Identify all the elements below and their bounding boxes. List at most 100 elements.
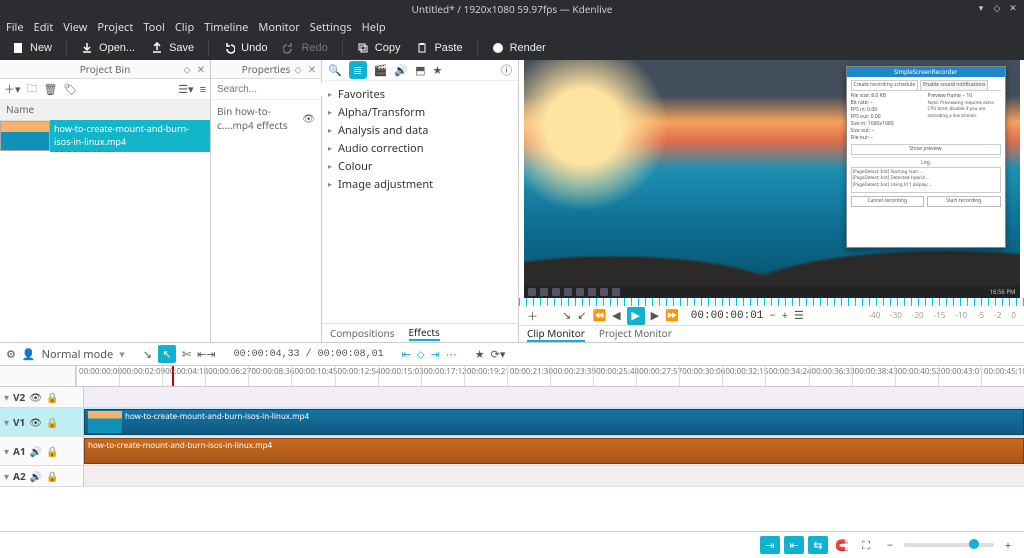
- timeline-ruler[interactable]: 00:00:00:0000:00:02:0900:00:04:1800:00:0…: [76, 366, 1024, 386]
- menu-tool[interactable]: Tool: [143, 20, 165, 35]
- zoom-slider[interactable]: [904, 543, 994, 547]
- new-button[interactable]: New: [6, 40, 58, 56]
- track-compositing-icon[interactable]: 👤: [22, 347, 36, 362]
- menu-clip[interactable]: Clip: [175, 20, 194, 35]
- timeline-clip-a1[interactable]: how-to-create-mount-and-burn-isos-in-lin…: [84, 438, 1024, 464]
- mute-icon[interactable]: 🔊: [30, 469, 42, 483]
- menu-settings[interactable]: Settings: [310, 20, 352, 35]
- tab-project-monitor[interactable]: Project Monitor: [599, 326, 672, 342]
- custom-effects-icon[interactable]: ⬒: [415, 63, 425, 78]
- close-icon[interactable]: ✕: [1008, 2, 1018, 12]
- menu-timeline[interactable]: Timeline: [204, 20, 248, 35]
- delete-clip-icon[interactable]: 🗑: [44, 82, 58, 97]
- insert-icon[interactable]: ＋: [527, 308, 538, 324]
- menu-monitor[interactable]: Monitor: [258, 20, 299, 35]
- lock-icon[interactable]: 🔒: [46, 469, 58, 483]
- mute-icon[interactable]: 👁: [29, 415, 42, 429]
- favorite-effects-icon[interactable]: ★: [433, 63, 443, 78]
- chevron-down-icon[interactable]: ▾: [119, 347, 125, 362]
- timeline-clip-v1[interactable]: how-to-create-mount-and-burn-isos-in-lin…: [84, 409, 1024, 435]
- overwrite-mode-icon[interactable]: ↘: [143, 347, 152, 362]
- undo-button[interactable]: Undo: [217, 40, 273, 56]
- monitor-ruler[interactable]: [519, 298, 1024, 306]
- eye-icon[interactable]: 👁: [302, 111, 315, 125]
- video-effects-icon[interactable]: 🎬: [374, 63, 388, 78]
- timeline-position[interactable]: 00:00:04,33 / 00:00:08,01: [234, 349, 384, 360]
- effects-category-image[interactable]: ▸Image adjustment: [328, 175, 512, 193]
- folder-add-icon[interactable]: 🗀: [27, 80, 38, 99]
- razor-tool-icon[interactable]: ✄: [182, 347, 191, 362]
- menu-file[interactable]: File: [6, 20, 24, 35]
- redo-button[interactable]: Redo: [277, 40, 333, 56]
- effects-category-favorites[interactable]: ▸Favorites: [328, 85, 512, 103]
- lock-icon[interactable]: 🔒: [46, 444, 58, 458]
- mute-icon[interactable]: 👁: [29, 390, 42, 404]
- collapse-icon[interactable]: ▾: [4, 444, 9, 458]
- tab-compositions[interactable]: Compositions: [330, 326, 395, 340]
- zoom-in-icon[interactable]: +: [782, 308, 788, 323]
- snap-v-icon[interactable]: ⇥: [760, 536, 780, 554]
- menu-help[interactable]: Help: [362, 20, 386, 35]
- zoom-out-icon[interactable]: −: [769, 308, 775, 323]
- preview-render-icon[interactable]: ⟳▾: [491, 347, 506, 362]
- audio-effects-icon[interactable]: 🔊: [394, 63, 408, 78]
- render-button[interactable]: Render: [486, 40, 552, 56]
- next-frame-icon[interactable]: ▶: [651, 308, 659, 323]
- copy-button[interactable]: Copy: [351, 40, 407, 56]
- zone-out-icon[interactable]: ⇥: [431, 347, 440, 362]
- monitor-timecode[interactable]: 00:00:00:01: [691, 310, 764, 322]
- forward-icon[interactable]: ⏩: [665, 308, 679, 323]
- panel-close-icon[interactable]: ✕: [307, 62, 317, 76]
- spacer-tool-icon[interactable]: ⇤⇥: [197, 347, 215, 362]
- prev-frame-icon[interactable]: ◀: [612, 308, 620, 323]
- mode-label[interactable]: Normal mode: [42, 347, 114, 362]
- pin-icon[interactable]: ⬦: [182, 62, 192, 76]
- bin-menu-icon[interactable]: ≡: [200, 82, 206, 97]
- effects-category-analysis[interactable]: ▸Analysis and data: [328, 121, 512, 139]
- mute-icon[interactable]: 🔊: [30, 444, 42, 458]
- zoom-in-timeline-icon[interactable]: +: [998, 536, 1018, 554]
- zone-in-icon[interactable]: ⇤: [402, 347, 411, 362]
- paste-button[interactable]: Paste: [410, 40, 468, 56]
- pin-icon[interactable]: ⬦: [293, 62, 303, 76]
- selection-tool-icon[interactable]: ↖: [158, 345, 176, 363]
- goto-start-icon[interactable]: ↘: [562, 308, 571, 323]
- show-markers-icon[interactable]: ⇆: [808, 536, 828, 554]
- lock-icon[interactable]: 🔒: [46, 390, 58, 404]
- play-button[interactable]: ▶: [627, 307, 645, 325]
- effects-category-alpha[interactable]: ▸Alpha/Transform: [328, 103, 512, 121]
- playhead[interactable]: [172, 366, 174, 386]
- tab-effects[interactable]: Effects: [409, 325, 440, 341]
- save-button[interactable]: Save: [145, 40, 200, 56]
- minimize-icon[interactable]: ▾: [976, 2, 986, 12]
- zoom-out-timeline-icon[interactable]: −: [880, 536, 900, 554]
- gear-icon[interactable]: ⚙: [6, 347, 16, 362]
- list-view-icon[interactable]: ☰▾: [178, 82, 193, 97]
- collapse-icon[interactable]: ▾: [4, 469, 9, 483]
- menu-project[interactable]: Project: [97, 20, 133, 35]
- collapse-icon[interactable]: ▾: [4, 415, 9, 429]
- rewind-icon[interactable]: ⏪: [592, 308, 606, 323]
- menu-view[interactable]: View: [63, 20, 87, 35]
- open-button[interactable]: Open...: [75, 40, 141, 56]
- guides-icon[interactable]: ⋯: [446, 347, 457, 362]
- goto-end-icon[interactable]: ↙: [577, 308, 586, 323]
- menu-edit[interactable]: Edit: [34, 20, 54, 35]
- panel-close-icon[interactable]: ✕: [196, 62, 206, 76]
- tag-icon[interactable]: 🏷: [64, 82, 78, 97]
- effects-main-icon[interactable]: ≣: [349, 61, 367, 79]
- magnet-icon[interactable]: 🧲: [832, 536, 852, 554]
- add-clip-icon[interactable]: ＋▾: [4, 81, 21, 97]
- maximize-icon[interactable]: ◇: [992, 2, 1002, 12]
- bin-clip-item[interactable]: how-to-create-mount-and-burn-isos-in-lin…: [0, 121, 210, 151]
- info-icon[interactable]: ⓘ: [501, 62, 512, 78]
- favorite-icon[interactable]: ★: [475, 347, 485, 362]
- zoom-fit-icon[interactable]: ⛶: [856, 536, 876, 554]
- tab-clip-monitor[interactable]: Clip Monitor: [527, 326, 585, 342]
- monitor-preview[interactable]: SimpleScreenRecorder Create recording sc…: [524, 60, 1020, 298]
- bin-column-name[interactable]: Name: [0, 100, 210, 121]
- effects-category-audio[interactable]: ▸Audio correction: [328, 139, 512, 157]
- hamburger-icon[interactable]: ☰: [794, 308, 804, 323]
- effects-category-colour[interactable]: ▸Colour: [328, 157, 512, 175]
- snap-a-icon[interactable]: ⇤: [784, 536, 804, 554]
